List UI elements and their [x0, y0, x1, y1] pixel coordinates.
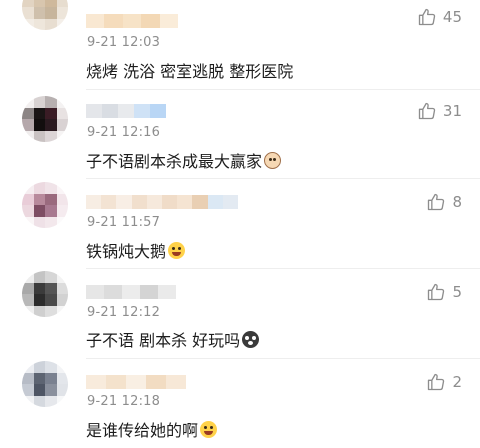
comment-text: 铁锅炖大鹅	[86, 238, 186, 262]
username-blurred[interactable]	[86, 375, 186, 389]
comment-text-content: 烧烤 洗浴 密室逃脱 整形医院	[86, 62, 294, 81]
like-count: 31	[442, 102, 462, 120]
comment-text: 子不语 剧本杀 好玩吗	[86, 327, 260, 351]
comment-timestamp: 9-21 12:18	[87, 394, 161, 409]
like-button[interactable]: 8	[426, 192, 462, 212]
comment-text-content: 子不语剧本杀成最大赢家	[86, 152, 263, 171]
thumbs-up-icon	[428, 193, 445, 211]
comment-timestamp: 9-21 11:57	[87, 215, 161, 230]
shocked-face-emoji	[242, 331, 260, 348]
username-blurred[interactable]	[86, 285, 176, 299]
divider	[86, 268, 480, 269]
comment-text: 是谁传给她的啊	[86, 417, 218, 441]
comment-timestamp: 9-21 12:12	[87, 305, 161, 320]
like-count: 5	[452, 283, 462, 301]
avatar[interactable]	[22, 361, 68, 407]
avatar[interactable]	[22, 0, 68, 30]
avatar[interactable]	[22, 96, 68, 142]
cat-face-emoji	[264, 152, 282, 169]
username-blurred[interactable]	[86, 14, 179, 28]
divider	[86, 89, 480, 90]
comment-timestamp: 9-21 12:16	[87, 125, 161, 140]
like-button[interactable]: 31	[417, 101, 462, 121]
like-count: 8	[452, 193, 462, 211]
comment-text: 烧烤 洗浴 密室逃脱 整形医院	[86, 58, 293, 82]
laughing-tears-emoji	[168, 242, 186, 259]
comment-text-content: 铁锅炖大鹅	[86, 242, 167, 261]
username-blurred[interactable]	[86, 104, 166, 118]
like-button[interactable]: 45	[417, 7, 462, 27]
thumbs-up-icon	[418, 8, 436, 26]
divider	[86, 358, 480, 359]
thumbs-up-icon	[418, 102, 436, 120]
comment-text: 子不语剧本杀成最大赢家	[86, 148, 282, 172]
like-button[interactable]: 5	[426, 282, 462, 302]
comment-text-content: 子不语 剧本杀 好玩吗	[86, 331, 241, 350]
divider	[86, 178, 480, 179]
avatar[interactable]	[22, 271, 68, 317]
username-blurred[interactable]	[86, 195, 239, 209]
like-count: 45	[442, 8, 462, 26]
comment-text-content: 是谁传给她的啊	[86, 421, 199, 440]
thumbs-up-icon	[428, 283, 445, 301]
comment-timestamp: 9-21 12:03	[87, 35, 161, 50]
grinning-sweat-emoji	[200, 421, 218, 438]
like-button[interactable]: 2	[426, 372, 462, 392]
like-count: 2	[452, 373, 462, 391]
thumbs-up-icon	[428, 373, 445, 391]
avatar[interactable]	[22, 182, 68, 228]
